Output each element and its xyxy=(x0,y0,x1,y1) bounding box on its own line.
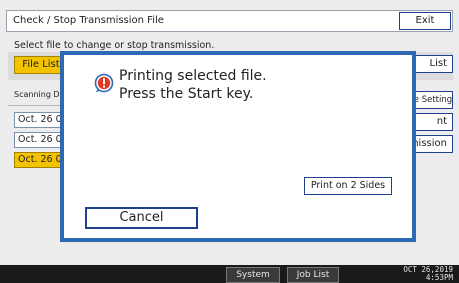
title-bar: Check / Stop Transmission File xyxy=(6,10,453,32)
file-row-selected[interactable]: Oct. 26 04 xyxy=(14,152,64,168)
printing-dialog: Printing selected file. Press the Start … xyxy=(60,51,416,242)
date-time: OCT 26,2019 4:53PM xyxy=(401,266,453,282)
dialog-message-line1: Printing selected file. xyxy=(119,68,267,84)
screen: Check / Stop Transmission File Exit Sele… xyxy=(0,0,459,283)
print-on-2-sides-button[interactable]: Print on 2 Sides xyxy=(304,177,392,195)
file-row[interactable]: Oct. 26 04 xyxy=(14,112,64,128)
instruction-text: Select file to change or stop transmissi… xyxy=(14,40,215,51)
info-icon xyxy=(94,73,114,93)
dialog-message-line2: Press the Start key. xyxy=(119,86,254,102)
file-row[interactable]: Oct. 26 04 xyxy=(14,132,64,148)
system-status-button[interactable]: System Status xyxy=(226,267,280,283)
cancel-button[interactable]: Cancel xyxy=(85,207,198,229)
job-list-button[interactable]: Job List xyxy=(287,267,339,283)
page-title: Check / Stop Transmission File xyxy=(13,15,164,26)
status-time: 4:53PM xyxy=(425,273,453,282)
exit-button[interactable]: Exit xyxy=(399,12,451,30)
